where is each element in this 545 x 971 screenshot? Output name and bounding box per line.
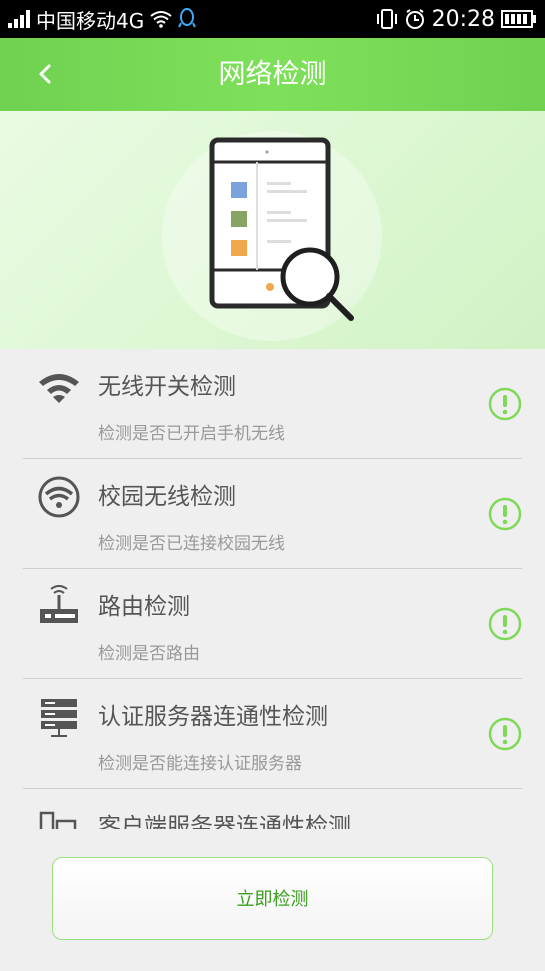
- check-subtitle: 检测是否已开启手机无线: [98, 424, 285, 444]
- router-icon: [40, 585, 78, 623]
- warning-icon: [488, 607, 522, 641]
- check-title: 客户端服务器连通性检测: [98, 814, 351, 829]
- check-subtitle: 检测是否路由: [98, 644, 200, 664]
- phone-search-illustration: [209, 137, 354, 321]
- warning-icon: [488, 717, 522, 751]
- check-subtitle: 检测是否能连接认证服务器: [98, 754, 302, 774]
- detect-now-button[interactable]: 立即检测: [52, 857, 493, 940]
- client-server-icon: [39, 811, 77, 829]
- check-item-campus-wifi[interactable]: 校园无线检测 检测是否已连接校园无线: [23, 459, 522, 569]
- check-title: 路由检测: [98, 594, 190, 620]
- page-title: 网络检测: [218, 59, 327, 90]
- hero-banner: [0, 111, 545, 349]
- wifi-status-icon: [150, 11, 172, 28]
- check-item-router[interactable]: 路由检测 检测是否路由: [23, 569, 522, 679]
- server-icon: [41, 699, 77, 737]
- battery-icon: [501, 10, 536, 28]
- check-title: 校园无线检测: [98, 484, 236, 510]
- check-title: 无线开关检测: [98, 374, 236, 400]
- clock: 20:28: [431, 6, 495, 32]
- check-list: 无线开关检测 检测是否已开启手机无线 校园无线检测 检测是否已连接校园无线 路由…: [0, 349, 545, 829]
- campus-wifi-icon: [38, 476, 80, 518]
- warning-icon: [488, 387, 522, 421]
- carrier-label: 中国移动4G: [36, 8, 145, 33]
- vibrate-icon: [376, 9, 397, 29]
- check-title: 认证服务器连通性检测: [98, 704, 328, 730]
- check-subtitle: 检测是否已连接校园无线: [98, 534, 285, 554]
- check-item-client-server[interactable]: 客户端服务器连通性检测: [23, 789, 522, 829]
- status-bar: 中国移动4G 20:28: [0, 0, 545, 38]
- alarm-icon: [405, 9, 424, 29]
- qq-icon: [178, 8, 197, 28]
- footer-bar: 立即检测: [0, 829, 545, 971]
- check-item-auth-server[interactable]: 认证服务器连通性检测 检测是否能连接认证服务器: [23, 679, 522, 789]
- warning-icon: [488, 497, 522, 531]
- check-item-wifi-switch[interactable]: 无线开关检测 检测是否已开启手机无线: [23, 349, 522, 459]
- signal-icon: [8, 10, 30, 28]
- app-header: 网络检测: [0, 38, 545, 111]
- wifi-icon: [39, 374, 79, 403]
